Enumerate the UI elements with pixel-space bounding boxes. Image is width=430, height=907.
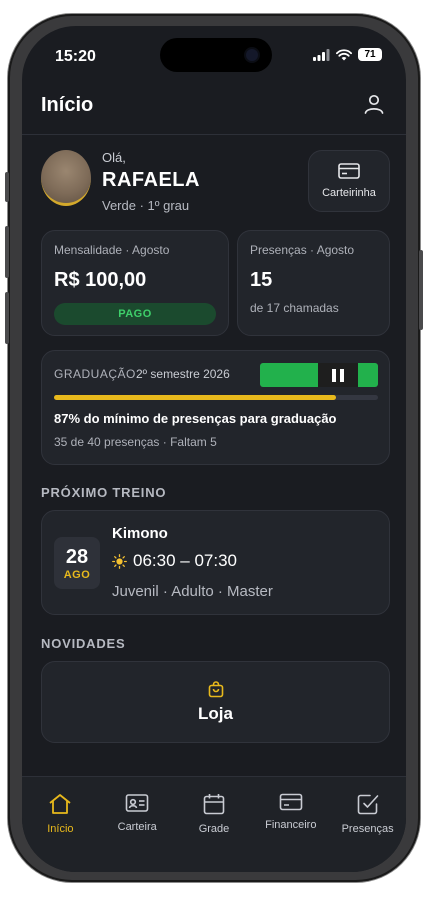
nav-label: Grade bbox=[198, 823, 230, 835]
graduation-progress-text: 87% do mínimo de presenças para graduaçã… bbox=[54, 411, 337, 426]
store-label: Loja bbox=[198, 703, 233, 723]
status-time: 15:20 bbox=[55, 48, 96, 65]
fee-label: Mensalidade · Agosto bbox=[54, 243, 170, 257]
shopping-bag-icon bbox=[208, 680, 223, 697]
attendance-label: Presenças · Agosto bbox=[250, 243, 355, 257]
bottom-navigation: Início Carteira Grade Financeiro Presenç… bbox=[22, 776, 406, 872]
sun-icon bbox=[112, 553, 127, 569]
nav-item-financeiro[interactable]: Financeiro bbox=[252, 777, 329, 872]
graduation-semester: 2º semestre 2026 bbox=[136, 367, 230, 381]
next-training-title: PRÓXIMO TREINO bbox=[41, 485, 167, 500]
home-icon bbox=[49, 794, 71, 814]
nav-label: Início bbox=[47, 823, 74, 835]
media-chip-left bbox=[260, 363, 318, 387]
user-name: RAFAELA bbox=[102, 169, 200, 191]
training-month: AGO bbox=[63, 568, 91, 581]
nav-label: Carteira bbox=[117, 821, 157, 833]
dynamic-island bbox=[160, 38, 272, 72]
signal-icon bbox=[313, 48, 330, 61]
news-title: NOVIDADES bbox=[41, 636, 126, 651]
training-title: Kimono bbox=[112, 525, 168, 542]
nav-item-carteira[interactable]: Carteira bbox=[99, 777, 176, 872]
attendance-count: 15 bbox=[250, 269, 273, 291]
nav-label: Presenças bbox=[341, 823, 394, 835]
status-badge: PAGO bbox=[54, 303, 216, 325]
camera-icon bbox=[246, 49, 258, 61]
action-button bbox=[5, 172, 9, 202]
fee-card[interactable]: Mensalidade · Agosto R$ 100,00 PAGO bbox=[41, 230, 229, 336]
volume-up-button bbox=[5, 226, 9, 278]
fee-amount: R$ 100,00 bbox=[54, 269, 147, 291]
header-divider bbox=[22, 134, 406, 135]
media-chip-right bbox=[358, 363, 378, 387]
app-screen: 15:20 71 Início Olá, RAFAELA Verde · 1º … bbox=[22, 26, 406, 872]
wifi-icon bbox=[336, 48, 352, 60]
nav-item-inicio[interactable]: Início bbox=[22, 777, 99, 872]
store-button[interactable]: Loja bbox=[41, 661, 390, 743]
graduation-card[interactable]: GRADUAÇÃO 2º semestre 2026 87% do mínimo… bbox=[41, 350, 390, 465]
id-card-icon bbox=[125, 794, 149, 812]
card-icon bbox=[338, 163, 360, 179]
battery-indicator: 71 bbox=[358, 48, 382, 61]
power-button bbox=[419, 250, 423, 330]
user-icon bbox=[364, 94, 384, 114]
graduation-label: GRADUAÇÃO bbox=[54, 367, 136, 381]
attendance-subtitle: de 17 chamadas bbox=[250, 301, 339, 315]
calendar-icon bbox=[203, 794, 225, 815]
status-icons: 71 bbox=[313, 48, 382, 61]
belt-rank: Verde · 1º grau bbox=[102, 198, 190, 213]
credit-card-icon bbox=[279, 793, 303, 811]
graduation-progress-fill bbox=[54, 395, 336, 400]
greeting: Olá, bbox=[102, 150, 126, 165]
profile-button[interactable] bbox=[362, 92, 386, 116]
training-date: 28 AGO bbox=[54, 537, 100, 589]
media-control-chip[interactable] bbox=[260, 363, 378, 387]
attendance-card[interactable]: Presenças · Agosto 15 de 17 chamadas bbox=[237, 230, 390, 336]
pause-icon bbox=[318, 363, 358, 387]
nav-item-presencas[interactable]: Presenças bbox=[329, 777, 406, 872]
training-time-row: 06:30 – 07:30 bbox=[112, 551, 237, 571]
wallet-card-label: Carteirinha bbox=[322, 187, 376, 199]
checkbox-icon bbox=[357, 794, 378, 815]
wallet-card-button[interactable]: Carteirinha bbox=[308, 150, 390, 212]
nav-label: Financeiro bbox=[265, 819, 317, 831]
page-title: Início bbox=[41, 94, 94, 116]
training-time: 06:30 – 07:30 bbox=[133, 551, 237, 570]
avatar bbox=[41, 150, 91, 206]
training-day: 28 bbox=[65, 545, 89, 568]
graduation-detail: 35 de 40 presenças · Faltam 5 bbox=[54, 435, 217, 449]
volume-down-button bbox=[5, 292, 9, 344]
nav-item-grade[interactable]: Grade bbox=[176, 777, 253, 872]
graduation-progress-bar bbox=[54, 395, 378, 400]
next-training-card[interactable]: 28 AGO Kimono 06:30 – 07:30 Juvenil · Ad… bbox=[41, 510, 390, 615]
training-categories: Juvenil · Adulto · Master bbox=[112, 583, 273, 600]
